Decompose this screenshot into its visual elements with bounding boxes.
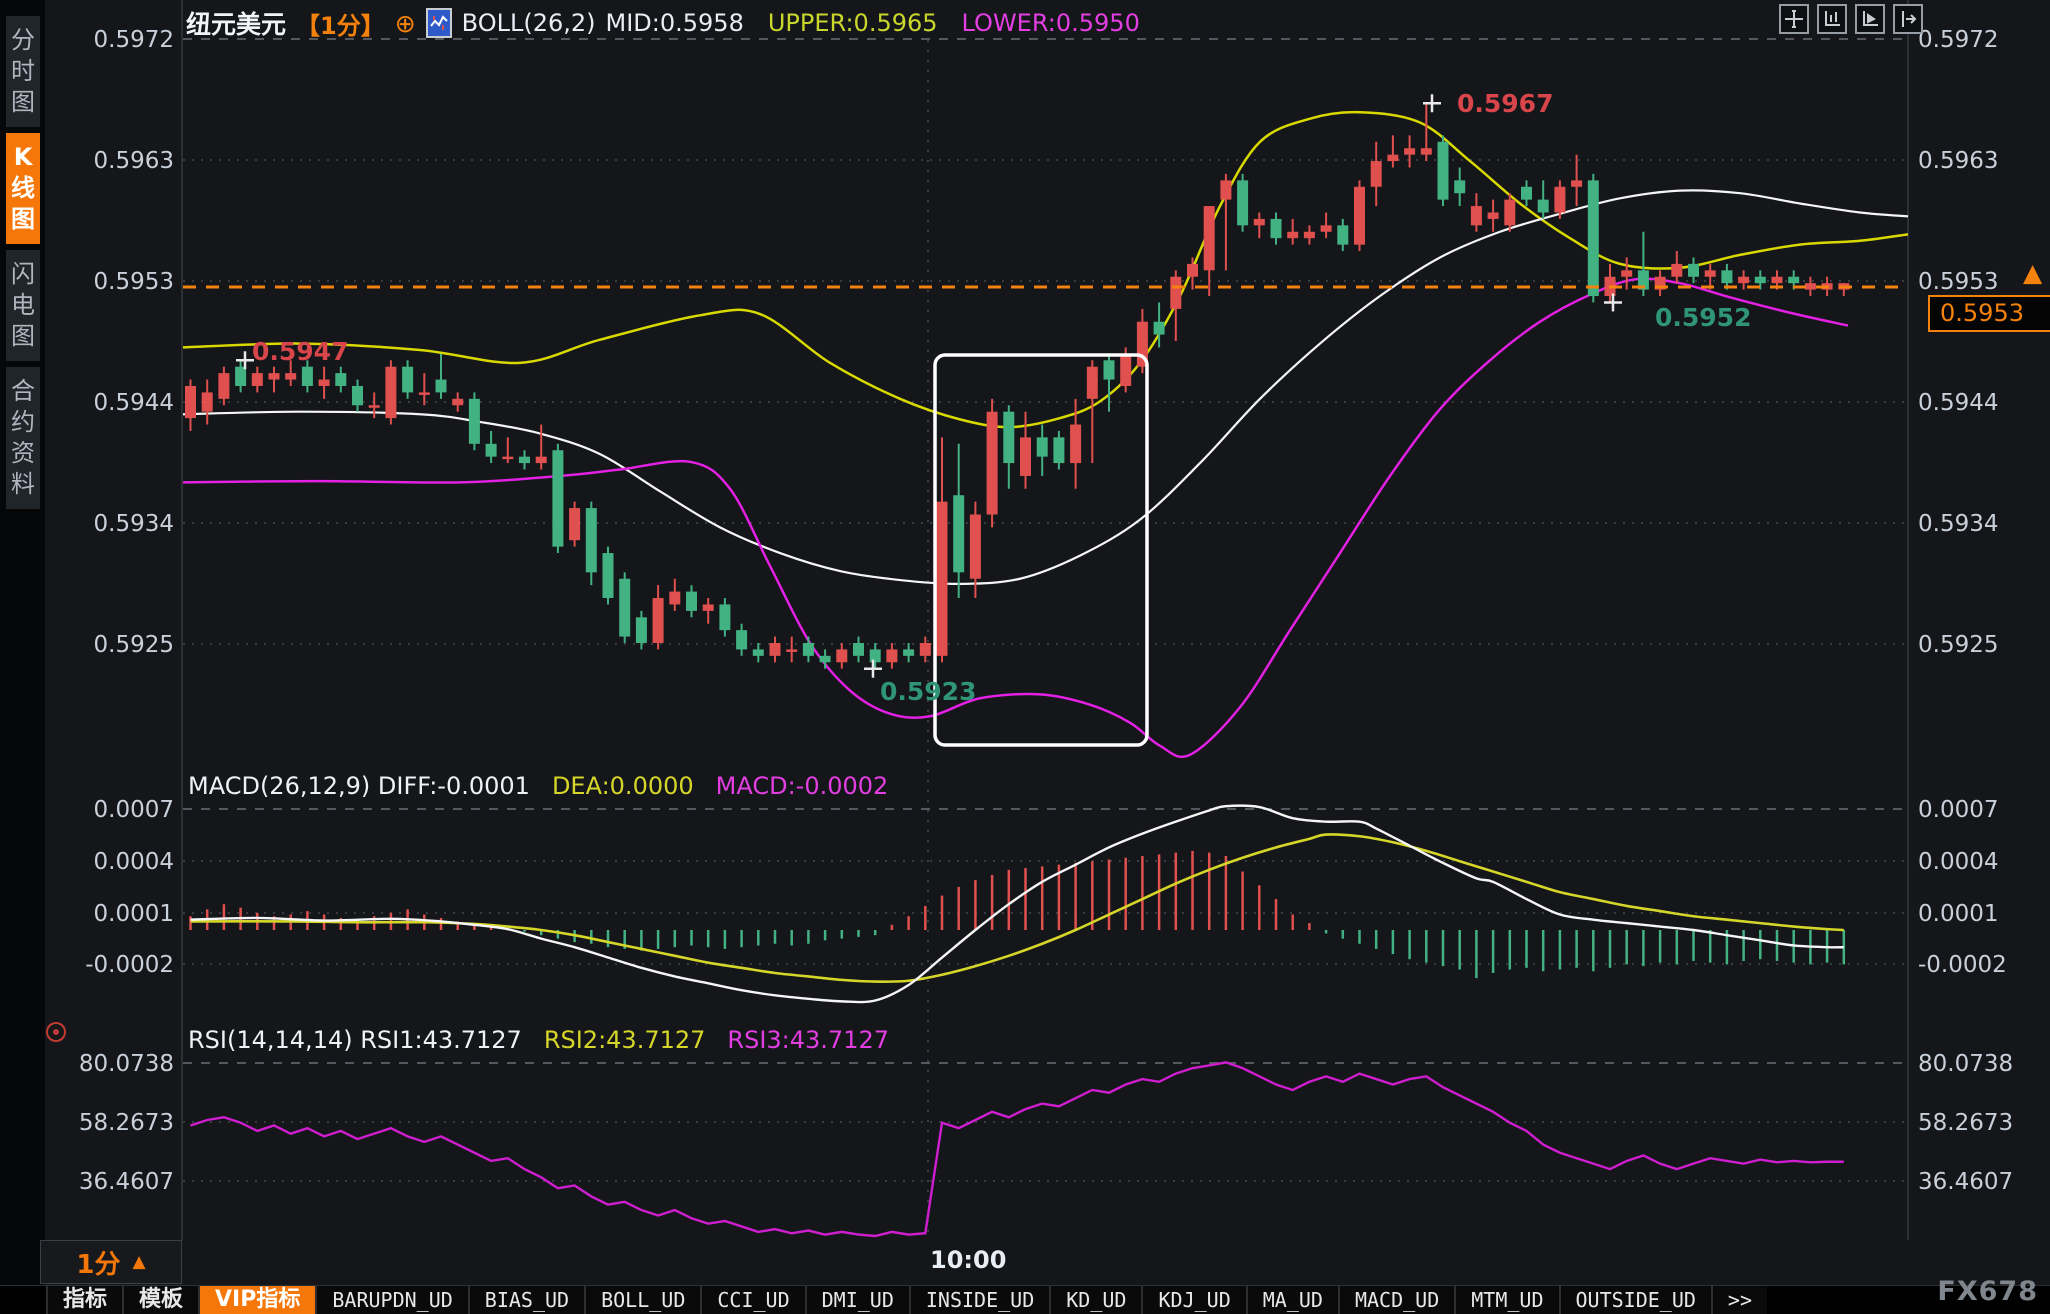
period-selector[interactable]: 1分 ▲ — [40, 1240, 182, 1284]
svg-text:0.0007: 0.0007 — [1918, 797, 1998, 823]
boll-settings-label: BOLL(26,2) — [461, 9, 596, 37]
tab-biasud[interactable]: BIAS_UD — [467, 1286, 585, 1314]
svg-text:0.5953: 0.5953 — [1918, 269, 1998, 295]
period-label: 【1分】 — [296, 11, 385, 40]
tab-dmiud[interactable]: DMI_UD — [804, 1286, 909, 1314]
sidebar-item-3[interactable]: 合约资料 — [6, 367, 40, 509]
rsi-title: RSI(14,14,14) — [188, 1026, 361, 1054]
sidebar-item-1[interactable]: K线图 — [6, 133, 40, 244]
indicator-tabbar: 指标 模板 VIP指标 BARUPDN_UD BIAS_UD BOLL_UD CCI_UD D… — [0, 1285, 2050, 1314]
svg-text:0.5944: 0.5944 — [94, 390, 174, 416]
svg-text:0.5963: 0.5963 — [94, 148, 174, 174]
tab-[interactable]: >> — [1710, 1286, 1768, 1314]
chart-header: 纽元美元 【1分】 ⊕ BOLL(26,2) MID:0.5958 UPPER:… — [186, 5, 1140, 41]
svg-text:0.5925: 0.5925 — [94, 632, 174, 658]
brand-watermark: FX678 — [1937, 1276, 2038, 1307]
boll-mid-value: MID:0.5958 — [605, 9, 744, 37]
tab-insideud[interactable]: INSIDE_UD — [908, 1286, 1050, 1314]
svg-text:0.5972: 0.5972 — [94, 27, 174, 53]
shift-right-icon[interactable] — [1893, 4, 1923, 34]
period-dropdown-icon: ▲ — [132, 1252, 146, 1272]
rsi2-value: RSI2:43.7127 — [543, 1026, 706, 1054]
candlestick-chart-icon[interactable] — [425, 8, 452, 38]
tab-bollud[interactable]: BOLL_UD — [584, 1286, 701, 1314]
price-up-arrow-icon: ▲ — [2023, 258, 2043, 287]
svg-text:36.4607: 36.4607 — [1918, 1169, 2013, 1195]
tab-kdjud[interactable]: KDJ_UD — [1141, 1286, 1246, 1314]
sidebar: 分时图 K线图闪电图合约资料 — [0, 0, 45, 1314]
svg-text:-0.0002: -0.0002 — [85, 952, 174, 978]
macd-dea-value: DEA:0.0000 — [551, 772, 694, 800]
svg-text:58.2673: 58.2673 — [1918, 1110, 2013, 1136]
svg-text:0.0001: 0.0001 — [94, 901, 174, 927]
rsi1-value: RSI1:43.7127 — [360, 1026, 522, 1054]
tab-vip[interactable]: VIP指标 — [198, 1286, 316, 1314]
sidebar-item-0[interactable]: 分时图 — [6, 16, 40, 127]
svg-text:80.0738: 80.0738 — [79, 1051, 174, 1077]
svg-text:0.5934: 0.5934 — [94, 511, 174, 537]
trading-app: { "header": { "symbol": "纽元美元", "period"… — [0, 0, 2050, 1314]
macd-value: MACD:-0.0002 — [715, 772, 889, 800]
svg-text:36.4607: 36.4607 — [79, 1169, 174, 1195]
tab-barupdnud[interactable]: BARUPDN_UD — [315, 1286, 468, 1314]
svg-text:0.5925: 0.5925 — [1918, 632, 1998, 658]
price-chart-canvas[interactable]: 0.5972 0.59720.5963 0.59630.5953 0.59530.59… — [0, 0, 2050, 1314]
svg-text:0.5963: 0.5963 — [1918, 148, 1998, 174]
svg-text:0.5967: 0.5967 — [1457, 89, 1553, 118]
tab-kdud[interactable]: KD_UD — [1049, 1286, 1142, 1314]
tab-[interactable]: 指标 — [46, 1286, 123, 1314]
svg-text:0.5953: 0.5953 — [94, 269, 174, 295]
current-price-tag: 0.5953 — [1928, 295, 2050, 332]
indicator-dot-icon — [46, 1022, 66, 1042]
macd-title: MACD(26,12,9) — [188, 772, 378, 800]
svg-text:0.0007: 0.0007 — [94, 797, 174, 823]
svg-text:-0.0002: -0.0002 — [1918, 952, 2007, 978]
auto-scale-icon[interactable] — [1855, 4, 1885, 34]
chart-toolbar — [1779, 4, 1923, 34]
rsi-header: RSI(14,14,14) RSI1:43.7127 RSI2:43.7127 … — [188, 1026, 889, 1054]
fit-chart-icon[interactable] — [1817, 4, 1847, 34]
time-axis-label: 10:00 — [930, 1246, 1007, 1274]
symbol-name: 纽元美元 — [186, 10, 287, 39]
sidebar-item-2[interactable]: 闪电图 — [6, 250, 40, 361]
tab-cciud[interactable]: CCI_UD — [700, 1286, 805, 1314]
svg-text:0.5944: 0.5944 — [1918, 390, 1998, 416]
svg-text:0.0004: 0.0004 — [1918, 849, 1998, 875]
period-value: 1分 — [76, 1249, 121, 1280]
tab-maud[interactable]: MA_UD — [1245, 1286, 1338, 1314]
tab-[interactable]: 模板 — [122, 1286, 199, 1314]
svg-text:0.0001: 0.0001 — [1918, 901, 1998, 927]
svg-text:0.5923: 0.5923 — [880, 677, 976, 706]
macd-header: MACD(26,12,9) DIFF:-0.0001 DEA:0.0000 MA… — [188, 772, 888, 800]
crosshair-circle-icon[interactable]: ⊕ — [395, 11, 416, 36]
svg-text:58.2673: 58.2673 — [79, 1110, 174, 1136]
tab-outsideud[interactable]: OUTSIDE_UD — [1558, 1286, 1711, 1314]
svg-text:0.5934: 0.5934 — [1918, 511, 1998, 537]
svg-text:0.0004: 0.0004 — [94, 849, 174, 875]
svg-text:80.0738: 80.0738 — [1918, 1051, 2013, 1077]
boll-upper-value: UPPER:0.5965 — [767, 9, 938, 37]
rsi3-value: RSI3:43.7127 — [727, 1026, 889, 1054]
svg-text:0.5952: 0.5952 — [1655, 303, 1751, 332]
tab-mtmud[interactable]: MTM_UD — [1454, 1286, 1559, 1314]
tab-macdud[interactable]: MACD_UD — [1337, 1286, 1455, 1314]
macd-diff-value: DIFF:-0.0001 — [377, 772, 530, 800]
pan-crosshair-icon[interactable] — [1779, 4, 1809, 34]
svg-text:0.5947: 0.5947 — [252, 337, 348, 366]
boll-lower-value: LOWER:0.5950 — [961, 9, 1140, 37]
svg-text:0.5972: 0.5972 — [1918, 27, 1998, 53]
